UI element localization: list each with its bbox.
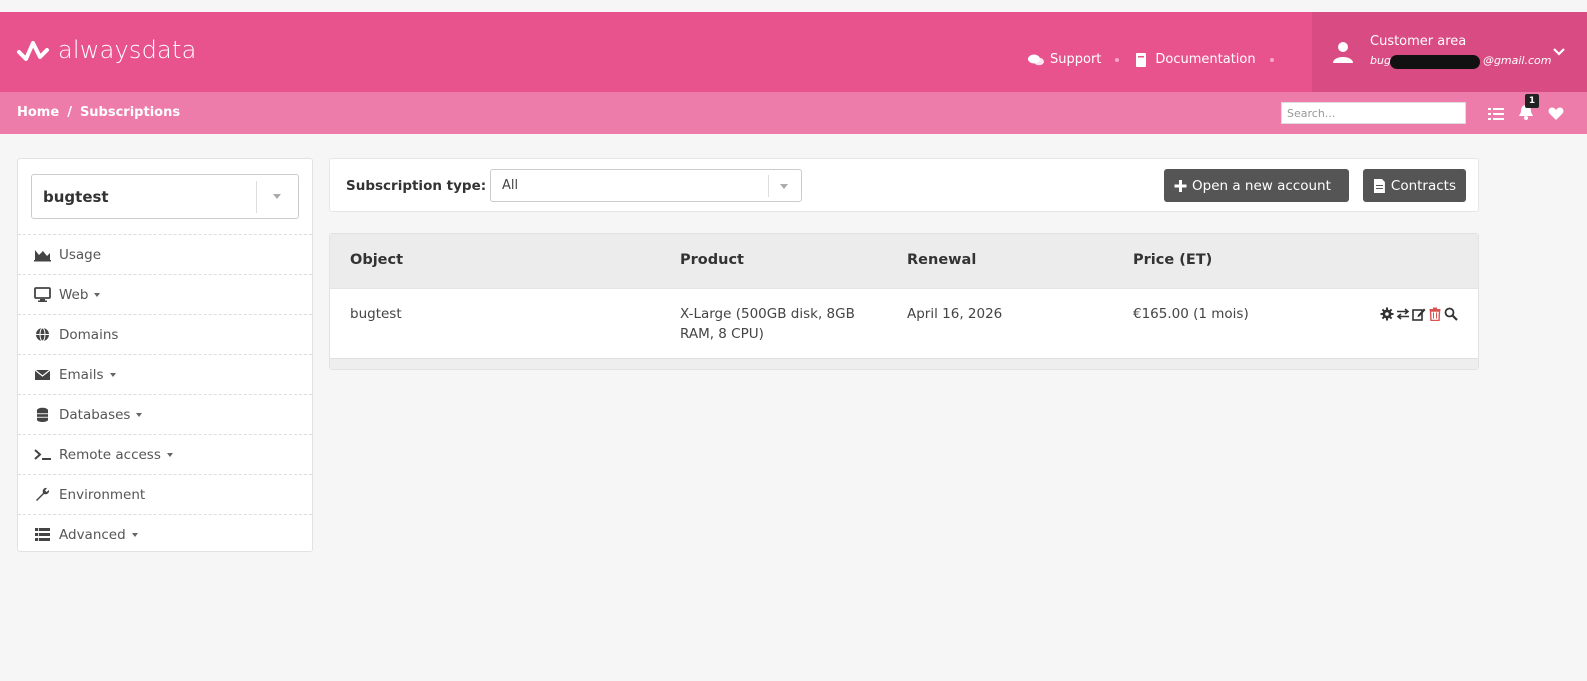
caret-down-icon — [94, 292, 101, 297]
sidebar-item-label: Remote access — [59, 446, 161, 463]
sidebar-item-remote-access[interactable]: Remote access — [18, 434, 312, 474]
subscription-type-select[interactable]: All — [490, 169, 802, 202]
table-row: bugtest X-Large (500GB disk, 8GB RAM, 8 … — [330, 288, 1478, 358]
table-footer — [330, 358, 1478, 369]
database-icon — [37, 407, 48, 422]
sidebar: bugtest Usage Web Domains Emails Databas… — [17, 158, 313, 552]
column-header-product[interactable]: Product — [680, 252, 744, 268]
documentation-link[interactable]: Documentation — [1133, 52, 1256, 67]
subscription-filter-panel: Subscription type: All Open a new accoun… — [329, 158, 1479, 212]
column-header-renewal[interactable]: Renewal — [907, 252, 976, 268]
sidebar-item-label: Databases — [59, 406, 131, 423]
globe-icon — [36, 327, 49, 342]
cell-product-line2: RAM, 8 CPU) — [680, 326, 764, 342]
row-actions — [1380, 307, 1458, 321]
cell-price: €165.00 (1 mois) — [1133, 306, 1249, 322]
gear-icon[interactable] — [1380, 307, 1394, 321]
sidebar-item-advanced[interactable]: Advanced — [18, 514, 312, 554]
chevron-down-icon[interactable] — [1552, 47, 1566, 57]
sidebar-item-label: Domains — [59, 326, 119, 343]
sidebar-item-web[interactable]: Web — [18, 274, 312, 314]
sidebar-item-label: Web — [59, 286, 89, 303]
column-header-object[interactable]: Object — [350, 252, 403, 268]
sidebar-item-label: Advanced — [59, 526, 126, 543]
account-select-value: bugtest — [43, 188, 109, 206]
tasks-icon[interactable] — [1488, 106, 1504, 122]
document-icon — [1373, 178, 1385, 193]
sidebar-item-usage[interactable]: Usage — [18, 234, 312, 274]
envelope-icon — [34, 369, 51, 380]
caret-down-icon — [273, 194, 281, 199]
breadcrumb-home[interactable]: Home — [17, 105, 59, 120]
sidebar-menu: Usage Web Domains Emails Databases Remot… — [18, 234, 312, 554]
chart-icon — [34, 250, 51, 262]
open-new-account-button[interactable]: Open a new account — [1164, 169, 1349, 202]
chat-icon — [1028, 54, 1044, 65]
select-divider — [768, 175, 769, 197]
cell-product-line1: X-Large (500GB disk, 8GB — [680, 306, 855, 322]
caret-down-icon — [166, 452, 173, 457]
book-icon — [1136, 52, 1147, 67]
sidebar-item-label: Usage — [59, 246, 102, 263]
sidebar-item-databases[interactable]: Databases — [18, 394, 312, 434]
sub-navbar: Home / Subscriptions 1 — [0, 92, 1587, 134]
caret-down-icon — [109, 372, 116, 377]
caret-down-icon — [131, 532, 138, 537]
wrench-icon — [36, 487, 50, 501]
column-header-price[interactable]: Price (ET) — [1133, 252, 1212, 268]
contracts-label: Contracts — [1390, 177, 1456, 194]
documentation-label: Documentation — [1155, 52, 1256, 67]
caret-down-icon — [136, 412, 143, 417]
subscriptions-table: Object Product Renewal Price (ET) bugtes… — [329, 233, 1479, 370]
brand-logo[interactable]: alwaysdata — [16, 36, 196, 64]
separator-dot — [1115, 57, 1120, 62]
monitor-icon — [34, 287, 51, 302]
search-input[interactable] — [1281, 102, 1466, 124]
customer-area-menu[interactable]: Customer area bug @gmail.com — [1312, 12, 1587, 92]
subscription-type-value: All — [502, 178, 519, 193]
notification-badge: 1 — [1525, 94, 1539, 108]
table-header: Object Product Renewal Price (ET) — [330, 234, 1478, 288]
contracts-button[interactable]: Contracts — [1363, 169, 1466, 202]
breadcrumb: Home / Subscriptions — [17, 105, 180, 120]
plus-icon — [1174, 179, 1187, 192]
trash-icon[interactable] — [1428, 307, 1442, 321]
email-redaction — [1390, 55, 1480, 69]
notifications-button[interactable]: 1 — [1518, 94, 1539, 124]
sidebar-item-label: Environment — [59, 486, 146, 503]
alwaysdata-logo-icon — [17, 41, 49, 61]
edit-icon[interactable] — [1412, 307, 1426, 321]
separator-dot — [1269, 57, 1274, 62]
terminal-icon — [34, 449, 51, 460]
customer-area-title: Customer area — [1370, 34, 1467, 49]
list-icon — [35, 528, 50, 541]
sidebar-item-environment[interactable]: Environment — [18, 474, 312, 514]
breadcrumb-current: Subscriptions — [79, 105, 181, 120]
transfer-icon[interactable] — [1396, 307, 1410, 321]
caret-down-icon — [780, 184, 788, 189]
cell-renewal: April 16, 2026 — [907, 306, 1003, 322]
breadcrumb-separator: / — [67, 105, 72, 120]
support-label: Support — [1050, 52, 1102, 67]
user-icon — [1333, 42, 1353, 63]
search-icon[interactable] — [1444, 307, 1458, 321]
open-new-account-label: Open a new account — [1192, 177, 1331, 194]
subscription-type-label: Subscription type: — [346, 178, 487, 194]
select-divider — [256, 181, 257, 213]
brand-name: alwaysdata — [58, 36, 197, 64]
support-link[interactable]: Support — [1028, 52, 1101, 67]
sidebar-item-emails[interactable]: Emails — [18, 354, 312, 394]
sidebar-item-label: Emails — [59, 366, 104, 383]
sidebar-item-domains[interactable]: Domains — [18, 314, 312, 354]
cell-object: bugtest — [350, 306, 402, 322]
heart-icon[interactable] — [1548, 106, 1564, 122]
account-select[interactable]: bugtest — [31, 174, 299, 219]
